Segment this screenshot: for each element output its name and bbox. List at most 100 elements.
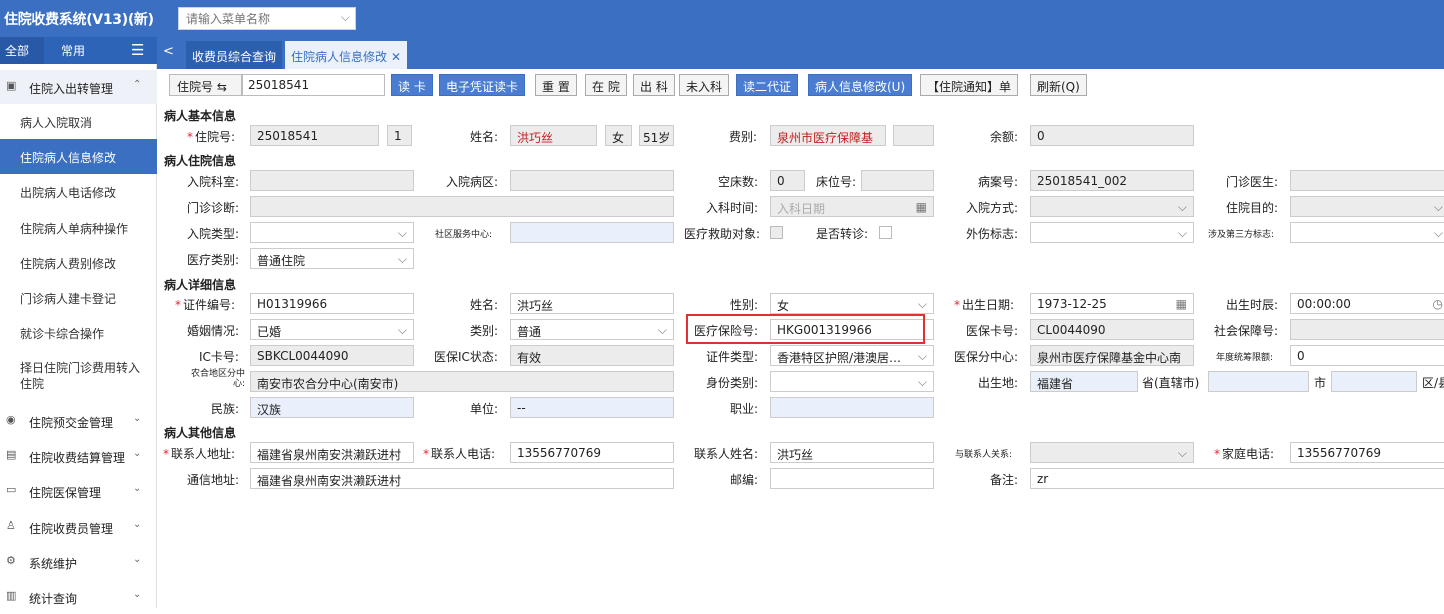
calendar-icon[interactable]: ▦ (916, 200, 927, 214)
transfer-checkbox[interactable] (879, 226, 892, 239)
patient-info-edit-button[interactable]: 病人信息修改(U) (808, 74, 913, 96)
sidebar-item-single-disease[interactable]: 住院病人单病种操作 (0, 220, 157, 237)
sidebar-group-stats[interactable]: ▥ 统计查询 ⌄ (0, 580, 157, 614)
id-type-select[interactable]: 香港特区护照/港澳居… ⌵ (770, 345, 934, 366)
tab-all[interactable]: 全部 (0, 37, 44, 64)
identity-select[interactable]: ⌵ (770, 371, 934, 392)
relation-select[interactable]: ⌵ (1030, 442, 1194, 463)
sidebar-item-outpatient-transfer[interactable]: 择日住院门诊费用转入住院 (0, 360, 140, 392)
chevron-left-icon[interactable]: < (163, 44, 174, 59)
sidebar-group-settlement[interactable]: ▤ 住院收费结算管理 ⌄ (0, 439, 157, 473)
tab-common[interactable]: 常用 (61, 42, 85, 59)
third-party-select[interactable]: ⌵ (1290, 222, 1444, 243)
tab-cashier-query[interactable]: 收费员综合查询 (186, 41, 283, 69)
aid-checkbox[interactable] (770, 226, 783, 239)
reset-button[interactable]: 重 置 (535, 74, 577, 96)
marital-select[interactable]: 已婚 ⌵ (250, 319, 414, 340)
age-field: 51岁 (639, 125, 674, 146)
chevron-down-icon: ⌄ (133, 413, 142, 424)
sidebar-item-cancel-admission[interactable]: 病人入院取消 (0, 114, 157, 131)
section-other-title: 病人其他信息 (164, 426, 237, 440)
birthplace-province-field[interactable]: 福建省 (1030, 371, 1138, 392)
chevron-up-icon: ⌃ (133, 79, 142, 90)
purpose-label: 住院目的: (1226, 201, 1279, 215)
community-field[interactable] (510, 222, 674, 243)
admit-method-select[interactable]: ⌵ (1030, 196, 1194, 217)
admission-no-switch[interactable]: 住院号 ⇆ (169, 74, 242, 96)
sidebar-group-label: 统计查询 (29, 592, 78, 606)
injury-select[interactable]: ⌵ (1030, 222, 1194, 243)
detail-sex-select[interactable]: 女 ⌵ (770, 293, 934, 314)
med-category-select[interactable]: 普通住院 ⌵ (250, 248, 414, 269)
clock-icon[interactable]: ◷ (1433, 297, 1443, 311)
sidebar-item-discharge-phone[interactable]: 出院病人电话修改 (0, 184, 157, 201)
admission-notice-button[interactable]: 【住院通知】单 (920, 74, 1019, 96)
calendar-icon[interactable]: ▦ (1176, 297, 1187, 311)
admission-no-label: * 住院号: (187, 130, 236, 144)
id-no-field[interactable]: H01319966 (250, 293, 414, 314)
menu-toggle-icon[interactable]: ☰ (131, 41, 144, 59)
e-voucher-read-button[interactable]: 电子凭证读卡 (439, 74, 526, 96)
sex-field: 女 (605, 125, 632, 146)
sidebar-item-patient-info-edit[interactable]: 住院病人信息修改 (0, 139, 157, 174)
home-phone-field[interactable]: 13556770769 (1290, 442, 1444, 463)
annual-label: 年度统筹限额: (1216, 353, 1274, 363)
name-field: 洪巧丝 (510, 125, 597, 146)
employer-field[interactable]: -- (510, 397, 674, 418)
fee-type-label: 费别: (729, 130, 758, 144)
sidebar-item-card-register[interactable]: 门诊病人建卡登记 (0, 290, 157, 307)
category-select[interactable]: 普通 ⌵ (510, 319, 674, 340)
ins-center-field: 泉州市医疗保障基金中心南 (1030, 345, 1194, 366)
birth-time-field[interactable]: 00:00:00 ◷ (1290, 293, 1444, 314)
purpose-select[interactable]: ⌵ (1290, 196, 1444, 217)
admit-type-select[interactable]: ⌵ (250, 222, 414, 243)
menu-search[interactable]: ⌵ (178, 7, 356, 30)
close-icon[interactable]: ✕ (391, 50, 401, 64)
empty-beds-label: 空床数: (718, 175, 759, 189)
read-card-button[interactable]: 读 卡 (391, 74, 433, 96)
birthplace-district-field[interactable] (1331, 371, 1417, 392)
mail-addr-field[interactable]: 福建省泉州南安洪濑跃进村 (250, 468, 674, 489)
sidebar-group-insurance[interactable]: ▭ 住院医保管理 ⌄ (0, 474, 157, 508)
district-unit-label: 区/县 (1422, 376, 1444, 390)
contact-phone-label: * 联系人电话: (423, 447, 496, 461)
ins-center-label: 医保分中心: (954, 350, 1019, 364)
sidebar-group-cashier[interactable]: ♙ 住院收费员管理 ⌄ (0, 510, 157, 544)
ethnic-field[interactable]: 汉族 (250, 397, 414, 418)
remark-field[interactable]: zr (1030, 468, 1444, 489)
refresh-button[interactable]: 刷新(Q) (1030, 74, 1087, 96)
detail-name-field[interactable]: 洪巧丝 (510, 293, 674, 314)
contact-phone-field[interactable]: 13556770769 (510, 442, 674, 463)
id-no-label: * 证件编号: (175, 298, 236, 312)
contact-addr-field[interactable]: 福建省泉州南安洪濑跃进村 (250, 442, 414, 463)
sidebar-item-fee-type[interactable]: 住院病人费别修改 (0, 255, 157, 272)
menu-search-input[interactable] (179, 8, 329, 29)
tab-patient-info-edit[interactable]: 住院病人信息修改 ✕ (285, 41, 408, 69)
chevron-down-icon: ⌄ (133, 589, 142, 600)
not-in-dept-button[interactable]: 未入科 (679, 74, 730, 96)
chevron-down-icon: ⌵ (657, 323, 667, 337)
chevron-down-icon[interactable]: ⌵ (341, 10, 350, 25)
postcode-field[interactable] (770, 468, 934, 489)
user-icon: ♙ (6, 519, 16, 532)
sidebar-group-deposit[interactable]: ◉ 住院预交金管理 ⌄ (0, 404, 157, 438)
admit-time-field[interactable]: 入科日期 ▦ (770, 196, 934, 217)
sidebar-group-label: 住院收费员管理 (29, 522, 114, 536)
detail-sex-value: 女 (777, 299, 790, 313)
chevron-down-icon: ⌄ (133, 554, 142, 565)
annual-field[interactable]: 0 (1290, 345, 1444, 366)
occupation-field[interactable] (770, 397, 934, 418)
med-category-value: 普通住院 (257, 254, 306, 268)
out-dept-button[interactable]: 出 科 (633, 74, 675, 96)
chevron-down-icon: ⌵ (917, 375, 927, 389)
birthplace-city-field[interactable] (1208, 371, 1309, 392)
ic-status-label: 医保IC状态: (434, 350, 498, 364)
sidebar-group-system[interactable]: ⚙ 系统维护 ⌄ (0, 545, 157, 579)
sidebar-item-card-ops[interactable]: 就诊卡综合操作 (0, 325, 157, 342)
sidebar-group-admission[interactable]: ▣ 住院入出转管理 ⌃ (0, 70, 157, 104)
read-id-card-button[interactable]: 读二代证 (736, 74, 799, 96)
in-hospital-button[interactable]: 在 院 (585, 74, 627, 96)
contact-name-field[interactable]: 洪巧丝 (770, 442, 934, 463)
admission-no-input[interactable]: 25018541 (242, 74, 385, 96)
birth-date-field[interactable]: 1973-12-25 ▦ (1030, 293, 1194, 314)
